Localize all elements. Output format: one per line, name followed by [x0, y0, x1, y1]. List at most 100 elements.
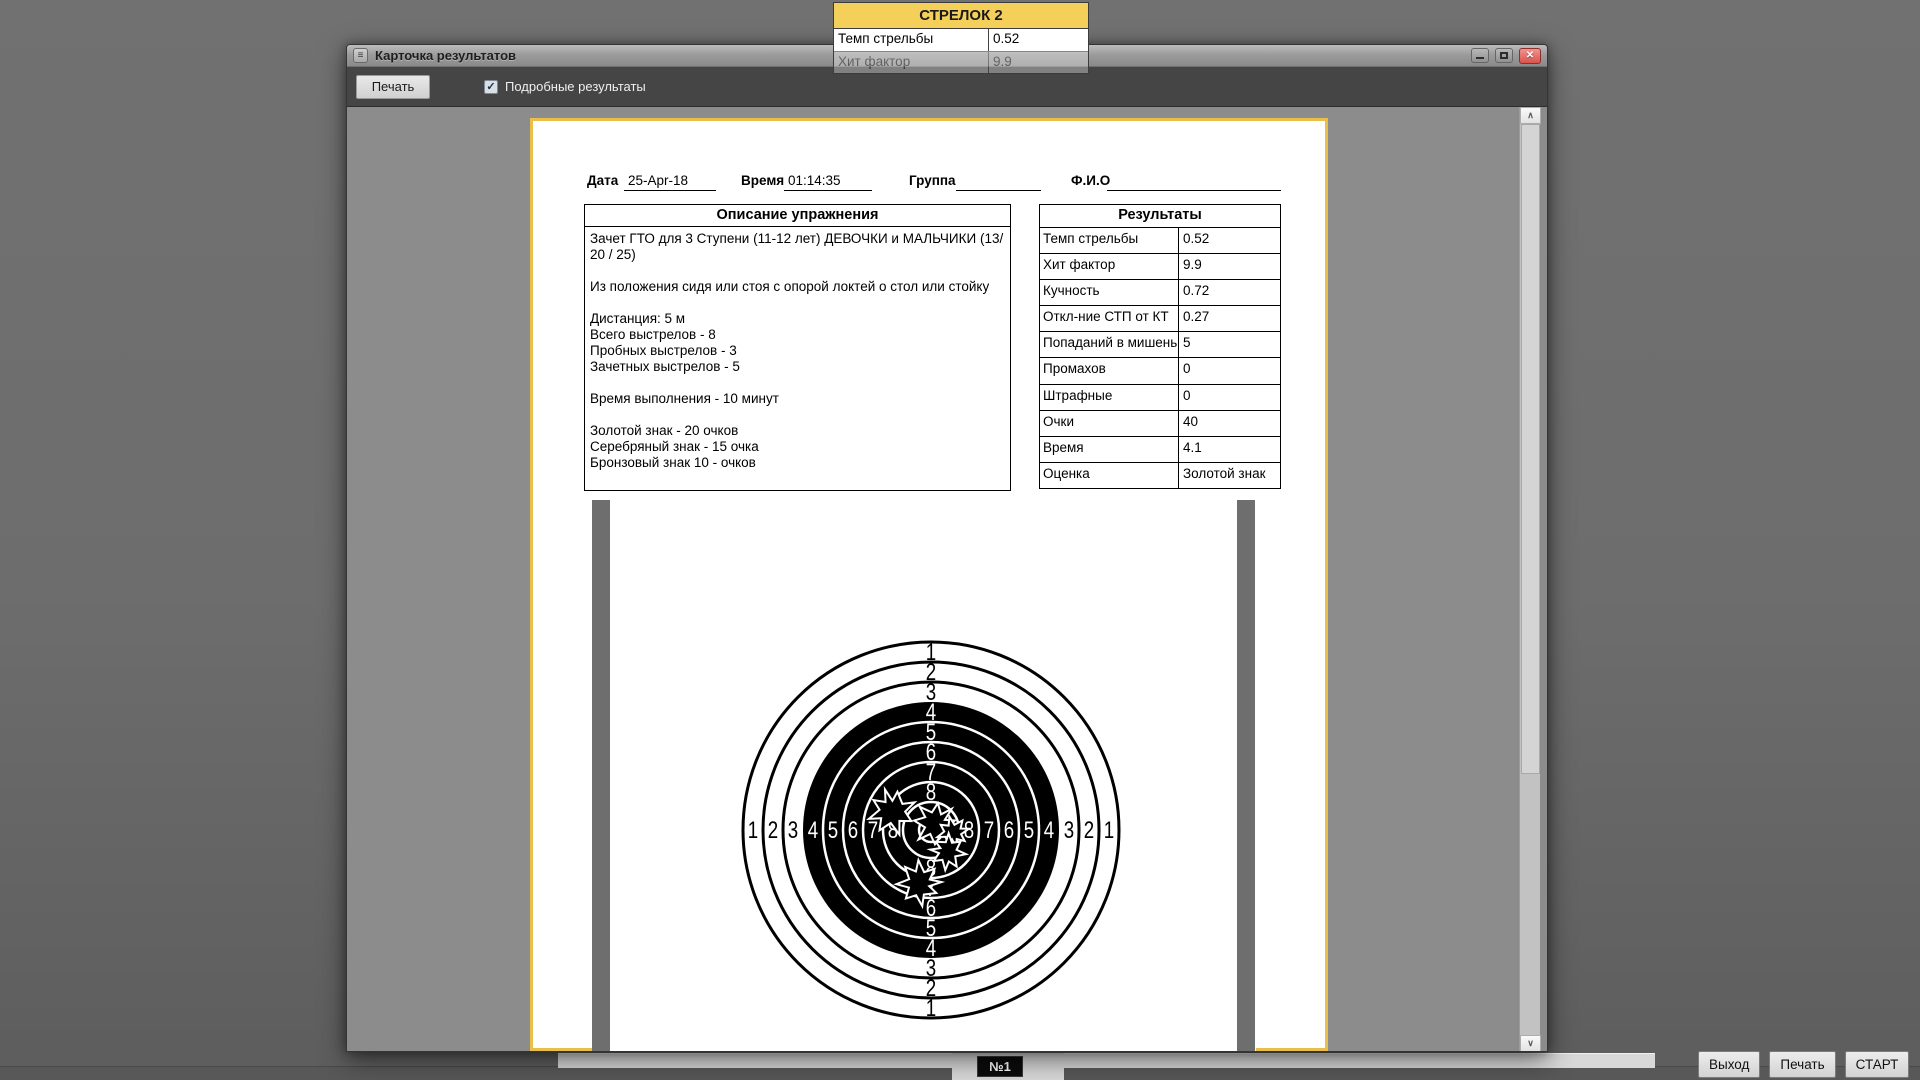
scroll-thumb[interactable] [1521, 124, 1540, 774]
description-line: Зачет ГТО для 3 Ступени (11-12 лет) ДЕВО… [590, 231, 1005, 263]
detailed-results-checkbox[interactable]: ✓ Подробные результаты [484, 79, 646, 94]
stat-label: Темп стрельбы [834, 29, 989, 51]
description-line [590, 295, 1005, 311]
results-row: Откл-ние СТП от КТ0.27 [1040, 305, 1280, 331]
scroll-down-arrow[interactable]: ∨ [1520, 1035, 1541, 1052]
result-value: 40 [1178, 411, 1280, 436]
exercise-description-text: Зачет ГТО для 3 Ступени (11-12 лет) ДЕВО… [585, 227, 1010, 475]
target-svg: 11112222333344445555666677778888 [592, 500, 1256, 1052]
results-row: Темп стрельбы0.52 [1040, 227, 1280, 253]
result-label: Штрафные [1040, 385, 1178, 410]
result-value: 0.27 [1178, 306, 1280, 331]
shooter-panel: СТРЕЛОК 2 Темп стрельбы0.52Хит фактор9.9 [833, 2, 1089, 74]
vertical-scrollbar[interactable]: ∧ ∨ [1519, 107, 1540, 1052]
description-line: Из положения сидя или стоя с опорой локт… [590, 279, 1005, 295]
maximize-button[interactable] [1495, 48, 1513, 63]
ring-number: 5 [828, 817, 838, 844]
ring-number: 2 [1084, 817, 1094, 844]
ring-number: 4 [808, 817, 818, 844]
description-line: Серебряный знак - 15 очка [590, 439, 1005, 455]
ring-number: 2 [768, 817, 778, 844]
name-value [1107, 173, 1281, 191]
result-value: 0 [1178, 358, 1280, 383]
minimize-button[interactable] [1471, 48, 1489, 63]
time-label: Время [741, 173, 784, 188]
stat-value: 0.52 [989, 29, 1088, 51]
description-line: Пробных выстрелов - 3 [590, 343, 1005, 359]
result-label: Очки [1040, 411, 1178, 436]
results-row: Кучность0.72 [1040, 279, 1280, 305]
app-screen: №1 Выход Печать СТАРТ ≡ Карточка результ… [0, 0, 1920, 1080]
ring-number: 8 [926, 779, 936, 806]
result-label: Откл-ние СТП от КТ [1040, 306, 1178, 331]
result-value: 0.72 [1178, 280, 1280, 305]
print-button-footer[interactable]: Печать [1769, 1051, 1835, 1078]
description-line [590, 375, 1005, 391]
footer-buttons: Выход Печать СТАРТ [1698, 1051, 1909, 1078]
result-value: Золотой знак [1178, 463, 1280, 488]
shooter-panel-title: СТРЕЛОК 2 [834, 3, 1088, 29]
stat-label: Хит фактор [834, 52, 989, 73]
shooter-stat-row: Хит фактор9.9 [834, 51, 1088, 73]
system-menu-icon[interactable]: ≡ [353, 48, 368, 63]
dialog-content: Дата 25-Apr-18 Время 01:14:35 Группа Ф.И… [347, 107, 1547, 1052]
exercise-description-box: Описание упражнения Зачет ГТО для 3 Ступ… [584, 204, 1011, 491]
results-table-title: Результаты [1040, 205, 1280, 227]
document-page: Дата 25-Apr-18 Время 01:14:35 Группа Ф.И… [530, 118, 1328, 1051]
result-label: Время [1040, 437, 1178, 462]
description-line: Зачетных выстрелов - 5 [590, 359, 1005, 375]
description-line: Золотой знак - 20 очков [590, 423, 1005, 439]
date-value: 25-Apr-18 [624, 173, 716, 191]
exit-button[interactable]: Выход [1698, 1051, 1760, 1078]
result-label: Темп стрельбы [1040, 228, 1178, 253]
dialog-title: Карточка результатов [375, 48, 516, 63]
shooter-stat-row: Темп стрельбы0.52 [834, 29, 1088, 51]
result-label: Хит фактор [1040, 254, 1178, 279]
time-value: 01:14:35 [784, 173, 872, 191]
window-controls: ✕ [1471, 48, 1541, 64]
results-row: Хит фактор9.9 [1040, 253, 1280, 279]
description-line [590, 407, 1005, 423]
stat-value: 9.9 [989, 52, 1088, 73]
checkbox-label: Подробные результаты [505, 79, 646, 94]
print-button[interactable]: Печать [356, 75, 430, 99]
result-value: 4.1 [1178, 437, 1280, 462]
results-row: Промахов0 [1040, 357, 1280, 383]
ring-number: 1 [1104, 817, 1114, 844]
scroll-up-arrow[interactable]: ∧ [1520, 107, 1541, 124]
results-row: Попаданий в мишень5 [1040, 331, 1280, 357]
close-button[interactable]: ✕ [1519, 48, 1541, 64]
description-line: Дистанция: 5 м [590, 311, 1005, 327]
date-label: Дата [587, 173, 618, 188]
ring-number: 5 [1024, 817, 1034, 844]
result-label: Кучность [1040, 280, 1178, 305]
minimize-icon [1476, 57, 1484, 59]
results-row: Время4.1 [1040, 436, 1280, 462]
ring-number: 6 [1004, 817, 1014, 844]
results-card-dialog: ≡ Карточка результатов ✕ Печать ✓ Подроб… [346, 44, 1548, 1052]
document-header: Дата 25-Apr-18 Время 01:14:35 Группа Ф.И… [533, 169, 1325, 197]
results-table: Результаты Темп стрельбы0.52Хит фактор9.… [1039, 204, 1281, 489]
result-value: 0 [1178, 385, 1280, 410]
ring-number: 6 [848, 817, 858, 844]
start-button[interactable]: СТАРТ [1845, 1051, 1910, 1078]
ring-number: 1 [748, 817, 758, 844]
ring-number: 7 [984, 817, 994, 844]
results-row: Штрафные0 [1040, 384, 1280, 410]
description-line: Время выполнения - 10 минут [590, 391, 1005, 407]
description-line: Бронзовый знак 10 - очков [590, 455, 1005, 471]
target-tab-strip [558, 1053, 1655, 1068]
result-label: Оценка [1040, 463, 1178, 488]
target-number-tab[interactable]: №1 [977, 1056, 1023, 1077]
result-label: Попаданий в мишень [1040, 332, 1178, 357]
result-value: 0.52 [1178, 228, 1280, 253]
result-label: Промахов [1040, 358, 1178, 383]
ring-number: 7 [868, 817, 878, 844]
results-row: ОценкаЗолотой знак [1040, 462, 1280, 488]
description-line: Всего выстрелов - 8 [590, 327, 1005, 343]
ring-number: 3 [788, 817, 798, 844]
ring-number: 3 [1064, 817, 1074, 844]
results-row: Очки40 [1040, 410, 1280, 436]
checkbox-checked-icon[interactable]: ✓ [484, 80, 498, 94]
result-value: 9.9 [1178, 254, 1280, 279]
